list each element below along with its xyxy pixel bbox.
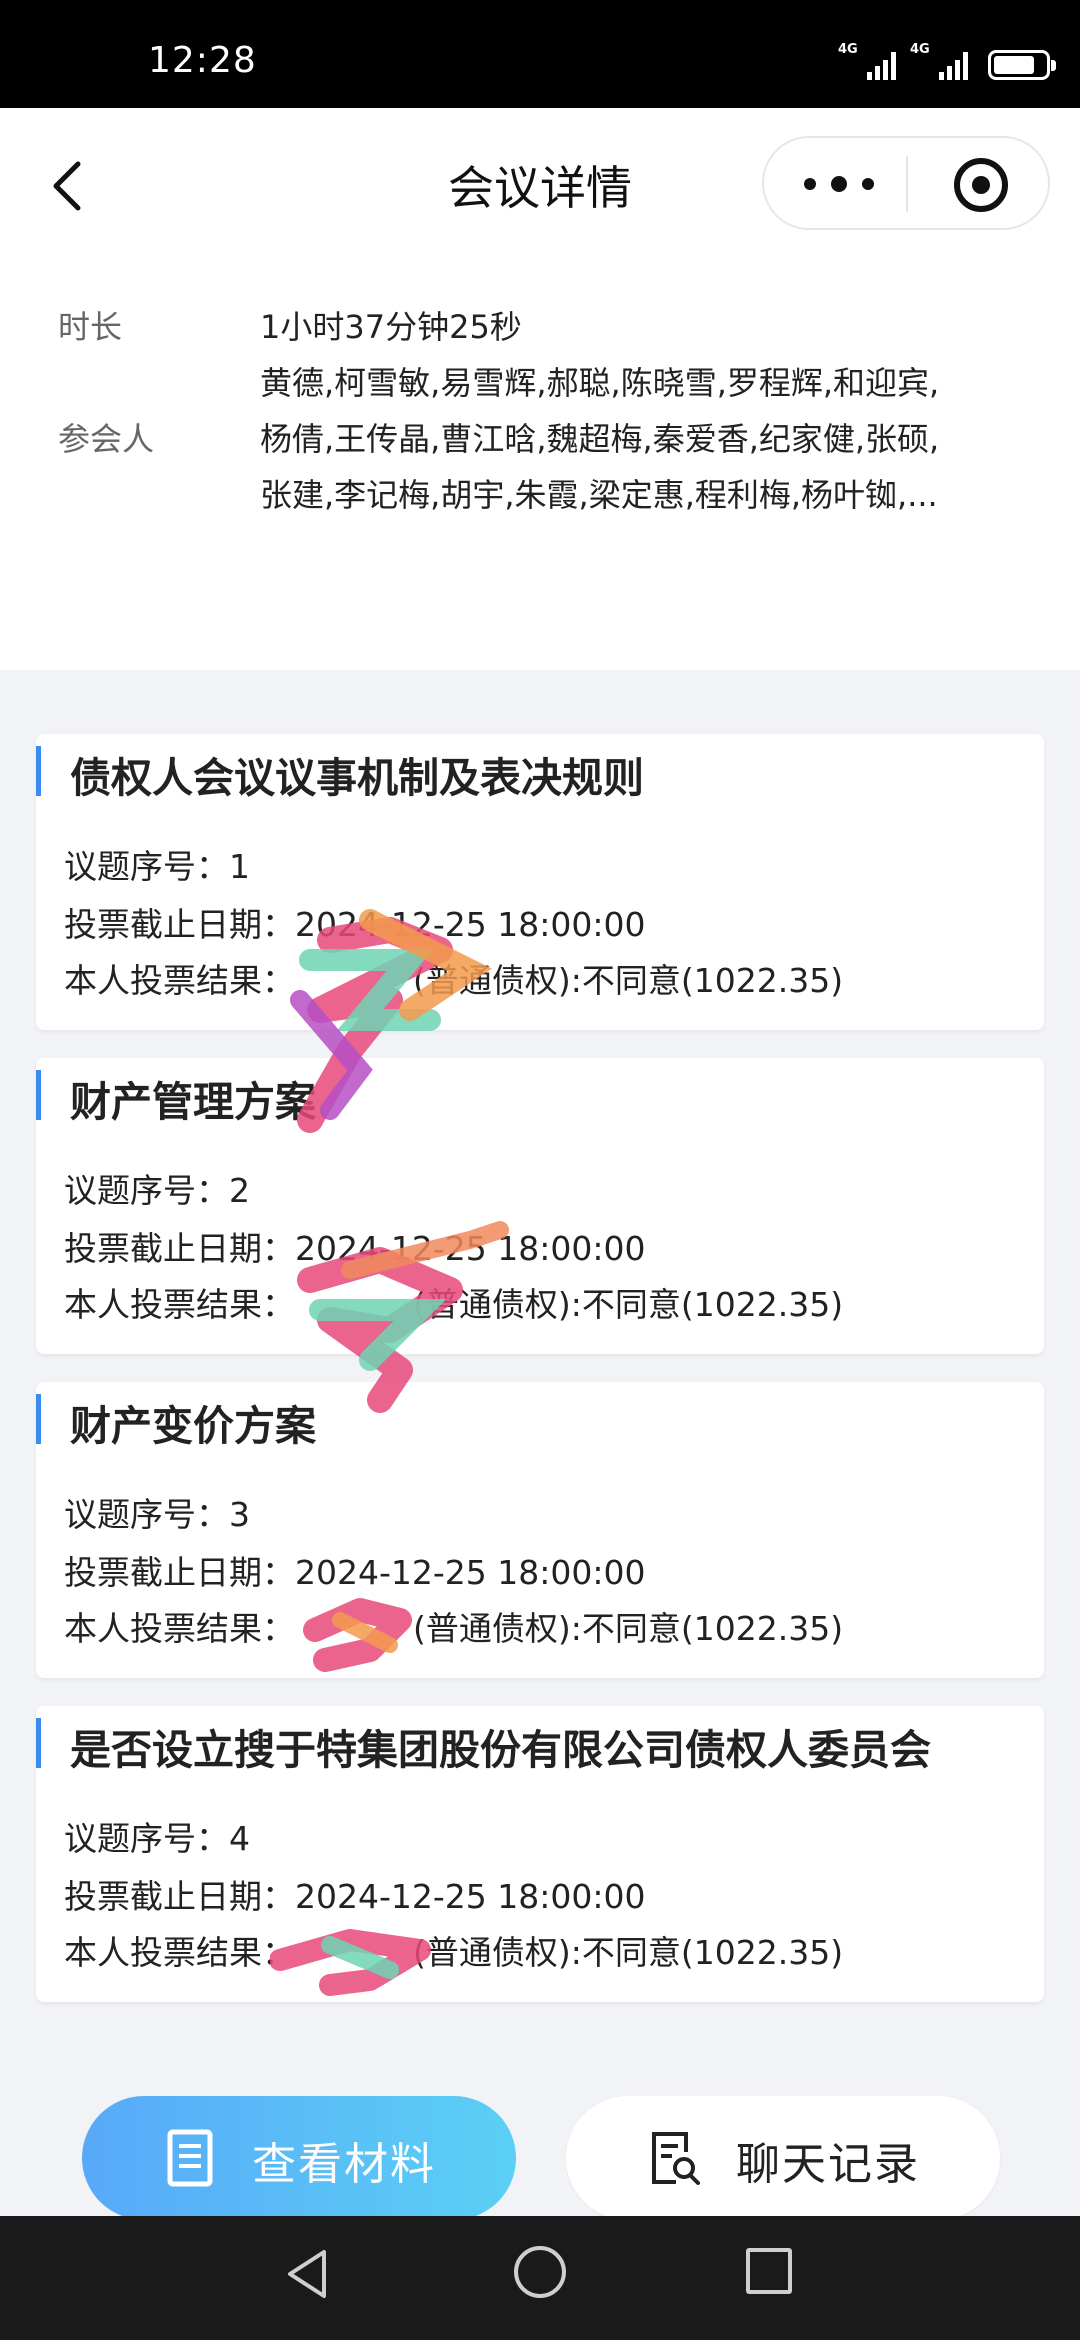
result-label: 本人投票结果： bbox=[64, 961, 295, 1000]
index-label: 议题序号： bbox=[64, 1171, 229, 1210]
agenda-index-row: 议题序号：2 bbox=[64, 1164, 250, 1212]
index-label: 议题序号： bbox=[64, 1495, 229, 1534]
close-miniapp-icon[interactable] bbox=[954, 158, 1008, 212]
miniapp-capsule bbox=[762, 136, 1050, 230]
agenda-result-row: 本人投票结果： (普通债权):不同意(1022.35) bbox=[64, 1278, 843, 1326]
agenda-card[interactable]: 是否设立搜于特集团股份有限公司债权人委员会 议题序号：4 投票截止日期：2024… bbox=[36, 1706, 1044, 2002]
duration-value: 1小时37分钟25秒 bbox=[260, 308, 522, 346]
agenda-card[interactable]: 债权人会议议事机制及表决规则 议题序号：1 投票截止日期：2024-12-25 … bbox=[36, 734, 1044, 1030]
view-materials-button[interactable]: 查看材料 bbox=[82, 2096, 516, 2220]
deadline-value: 2024-12-25 18:00:00 bbox=[295, 1229, 646, 1268]
index-value: 2 bbox=[229, 1171, 250, 1210]
agenda-result-row: 本人投票结果： (普通债权):不同意(1022.35) bbox=[64, 1602, 843, 1650]
agenda-title: 财产变价方案 bbox=[70, 1402, 316, 1450]
system-nav-bar bbox=[0, 2216, 1080, 2340]
result-value: (普通债权):不同意(1022.35) bbox=[413, 961, 844, 1000]
index-label: 议题序号： bbox=[64, 1819, 229, 1858]
battery-icon bbox=[988, 50, 1056, 80]
status-icons: 4G 4G bbox=[838, 42, 1056, 80]
chat-history-label: 聊天记录 bbox=[736, 2139, 920, 2190]
agenda-index-row: 议题序号：4 bbox=[64, 1812, 250, 1860]
network-type-label: 4G bbox=[838, 42, 858, 57]
bottom-actions: 查看材料 聊天记录 bbox=[0, 2080, 1080, 2220]
agenda-deadline-row: 投票截止日期：2024-12-25 18:00:00 bbox=[64, 1222, 645, 1270]
attendee-line: 张建,李记梅,胡宇,朱霞,梁定惠,程利梅,杨叶铷,... bbox=[260, 476, 938, 514]
accent-bar bbox=[36, 1394, 41, 1444]
view-materials-label: 查看材料 bbox=[252, 2139, 436, 2190]
agenda-index-row: 议题序号：1 bbox=[64, 840, 250, 888]
agenda-result-row: 本人投票结果： (普通债权):不同意(1022.35) bbox=[64, 954, 843, 1002]
attendee-line: 杨倩,王传晶,曹江晗,魏超梅,秦爱香,纪家健,张硕, bbox=[260, 420, 940, 458]
agenda-title: 是否设立搜于特集团股份有限公司债权人委员会 bbox=[70, 1726, 931, 1774]
index-value: 4 bbox=[229, 1819, 250, 1858]
accent-bar bbox=[36, 1718, 41, 1768]
system-back-icon[interactable] bbox=[282, 2246, 332, 2302]
attendees-label: 参会人 bbox=[58, 420, 155, 458]
deadline-label: 投票截止日期： bbox=[64, 1553, 295, 1592]
duration-label: 时长 bbox=[58, 308, 123, 346]
agenda-result-row: 本人投票结果： (普通债权):不同意(1022.35) bbox=[64, 1926, 843, 1974]
document-search-icon bbox=[652, 2132, 700, 2185]
deadline-label: 投票截止日期： bbox=[64, 1877, 295, 1916]
index-value: 1 bbox=[229, 847, 250, 886]
attendee-line: 黄德,柯雪敏,易雪辉,郝聪,陈晓雪,罗程辉,和迎宾, bbox=[260, 364, 940, 402]
capsule-divider bbox=[906, 156, 908, 212]
network-type-label: 4G bbox=[910, 42, 930, 57]
result-label: 本人投票结果： bbox=[64, 1609, 295, 1648]
agenda-title: 债权人会议议事机制及表决规则 bbox=[70, 754, 644, 802]
result-value: (普通债权):不同意(1022.35) bbox=[413, 1285, 844, 1324]
more-menu-icon[interactable] bbox=[804, 166, 874, 202]
agenda-title: 财产管理方案 bbox=[70, 1078, 316, 1126]
agenda-deadline-row: 投票截止日期：2024-12-25 18:00:00 bbox=[64, 1546, 645, 1594]
index-label: 议题序号： bbox=[64, 847, 229, 886]
result-label: 本人投票结果： bbox=[64, 1933, 295, 1972]
deadline-value: 2024-12-25 18:00:00 bbox=[295, 905, 646, 944]
chat-history-button[interactable]: 聊天记录 bbox=[566, 2096, 1000, 2220]
agenda-card[interactable]: 财产变价方案 议题序号：3 投票截止日期：2024-12-25 18:00:00… bbox=[36, 1382, 1044, 1678]
system-recent-apps-icon[interactable] bbox=[746, 2248, 792, 2294]
agenda-index-row: 议题序号：3 bbox=[64, 1488, 250, 1536]
signal-icon: 4G bbox=[910, 42, 968, 80]
system-home-icon[interactable] bbox=[514, 2246, 566, 2298]
deadline-label: 投票截止日期： bbox=[64, 1229, 295, 1268]
meeting-info: 时长 1小时37分钟25秒 黄德,柯雪敏,易雪辉,郝聪,陈晓雪,罗程辉,和迎宾,… bbox=[0, 258, 1080, 670]
deadline-value: 2024-12-25 18:00:00 bbox=[295, 1877, 646, 1916]
agenda-deadline-row: 投票截止日期：2024-12-25 18:00:00 bbox=[64, 898, 645, 946]
agenda-deadline-row: 投票截止日期：2024-12-25 18:00:00 bbox=[64, 1870, 645, 1918]
deadline-label: 投票截止日期： bbox=[64, 905, 295, 944]
deadline-value: 2024-12-25 18:00:00 bbox=[295, 1553, 646, 1592]
document-icon bbox=[167, 2129, 213, 2187]
accent-bar bbox=[36, 1070, 41, 1120]
result-value: (普通债权):不同意(1022.35) bbox=[413, 1933, 844, 1972]
result-value: (普通债权):不同意(1022.35) bbox=[413, 1609, 844, 1648]
signal-icon: 4G bbox=[838, 42, 896, 80]
status-bar: 12:28 4G 4G bbox=[0, 0, 1080, 108]
index-value: 3 bbox=[229, 1495, 250, 1534]
result-label: 本人投票结果： bbox=[64, 1285, 295, 1324]
accent-bar bbox=[36, 746, 41, 796]
status-time: 12:28 bbox=[148, 40, 257, 81]
agenda-card[interactable]: 财产管理方案 议题序号：2 投票截止日期：2024-12-25 18:00:00… bbox=[36, 1058, 1044, 1354]
